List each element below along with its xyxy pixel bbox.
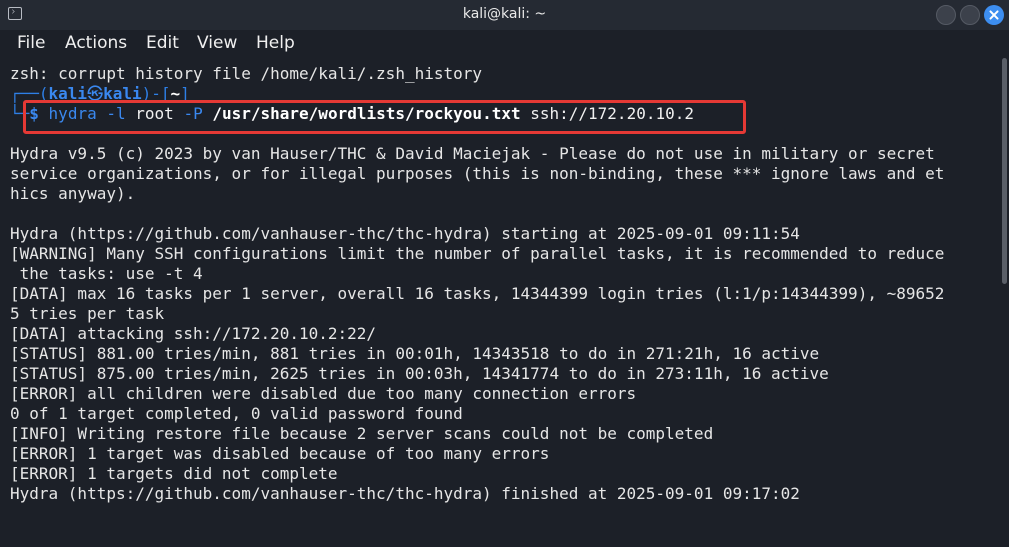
scrollbar-thumb[interactable] xyxy=(1002,58,1007,284)
output-line: service organizations, or for illegal pu… xyxy=(10,164,945,183)
output-line: Hydra (https://github.com/vanhauser-thc/… xyxy=(10,224,800,243)
menu-view[interactable]: View xyxy=(197,33,237,53)
output-line: [ERROR] all children were disabled due t… xyxy=(10,384,637,403)
output-line: 5 tries per task xyxy=(10,304,165,323)
title-bar: kali@kali: ~ xyxy=(0,0,1009,30)
output-line: 0 of 1 target completed, 0 valid passwor… xyxy=(10,404,463,423)
output-line: [WARNING] Many SSH configurations limit … xyxy=(10,244,945,263)
terminal-scrollbar[interactable] xyxy=(1000,58,1009,547)
command-highlight-box xyxy=(23,100,746,134)
output-line: [DATA] max 16 tasks per 1 server, overal… xyxy=(10,284,945,303)
output-line: the tasks: use -t 4 xyxy=(10,264,203,283)
output-line: hics anyway). xyxy=(10,184,136,203)
output-line: [STATUS] 881.00 tries/min, 881 tries in … xyxy=(10,344,820,363)
output-line: [INFO] Writing restore file because 2 se… xyxy=(10,424,714,443)
output-line: Hydra (https://github.com/vanhauser-thc/… xyxy=(10,484,800,503)
history-warning-line: zsh: corrupt history file /home/kali/.zs… xyxy=(10,64,483,83)
maximize-button[interactable] xyxy=(960,5,980,25)
menu-edit[interactable]: Edit xyxy=(146,33,179,53)
output-line: [ERROR] 1 target was disabled because of… xyxy=(10,444,550,463)
output-line: Hydra v9.5 (c) 2023 by van Hauser/THC & … xyxy=(10,144,935,163)
output-line: [ERROR] 1 targets did not complete xyxy=(10,464,338,483)
terminal-output[interactable]: zsh: corrupt history file /home/kali/.zs… xyxy=(0,58,1000,547)
menu-help[interactable]: Help xyxy=(256,33,295,53)
close-button[interactable] xyxy=(984,5,1004,25)
output-line: [STATUS] 875.00 tries/min, 2625 tries in… xyxy=(10,364,829,383)
window-title: kali@kali: ~ xyxy=(462,6,547,22)
menu-actions[interactable]: Actions xyxy=(65,33,127,53)
menu-bar: File Actions Edit View Help xyxy=(0,30,1009,58)
menu-file[interactable]: File xyxy=(17,33,45,53)
minimize-button[interactable] xyxy=(936,5,956,25)
output-line: [DATA] attacking ssh://172.20.10.2:22/ xyxy=(10,324,377,343)
